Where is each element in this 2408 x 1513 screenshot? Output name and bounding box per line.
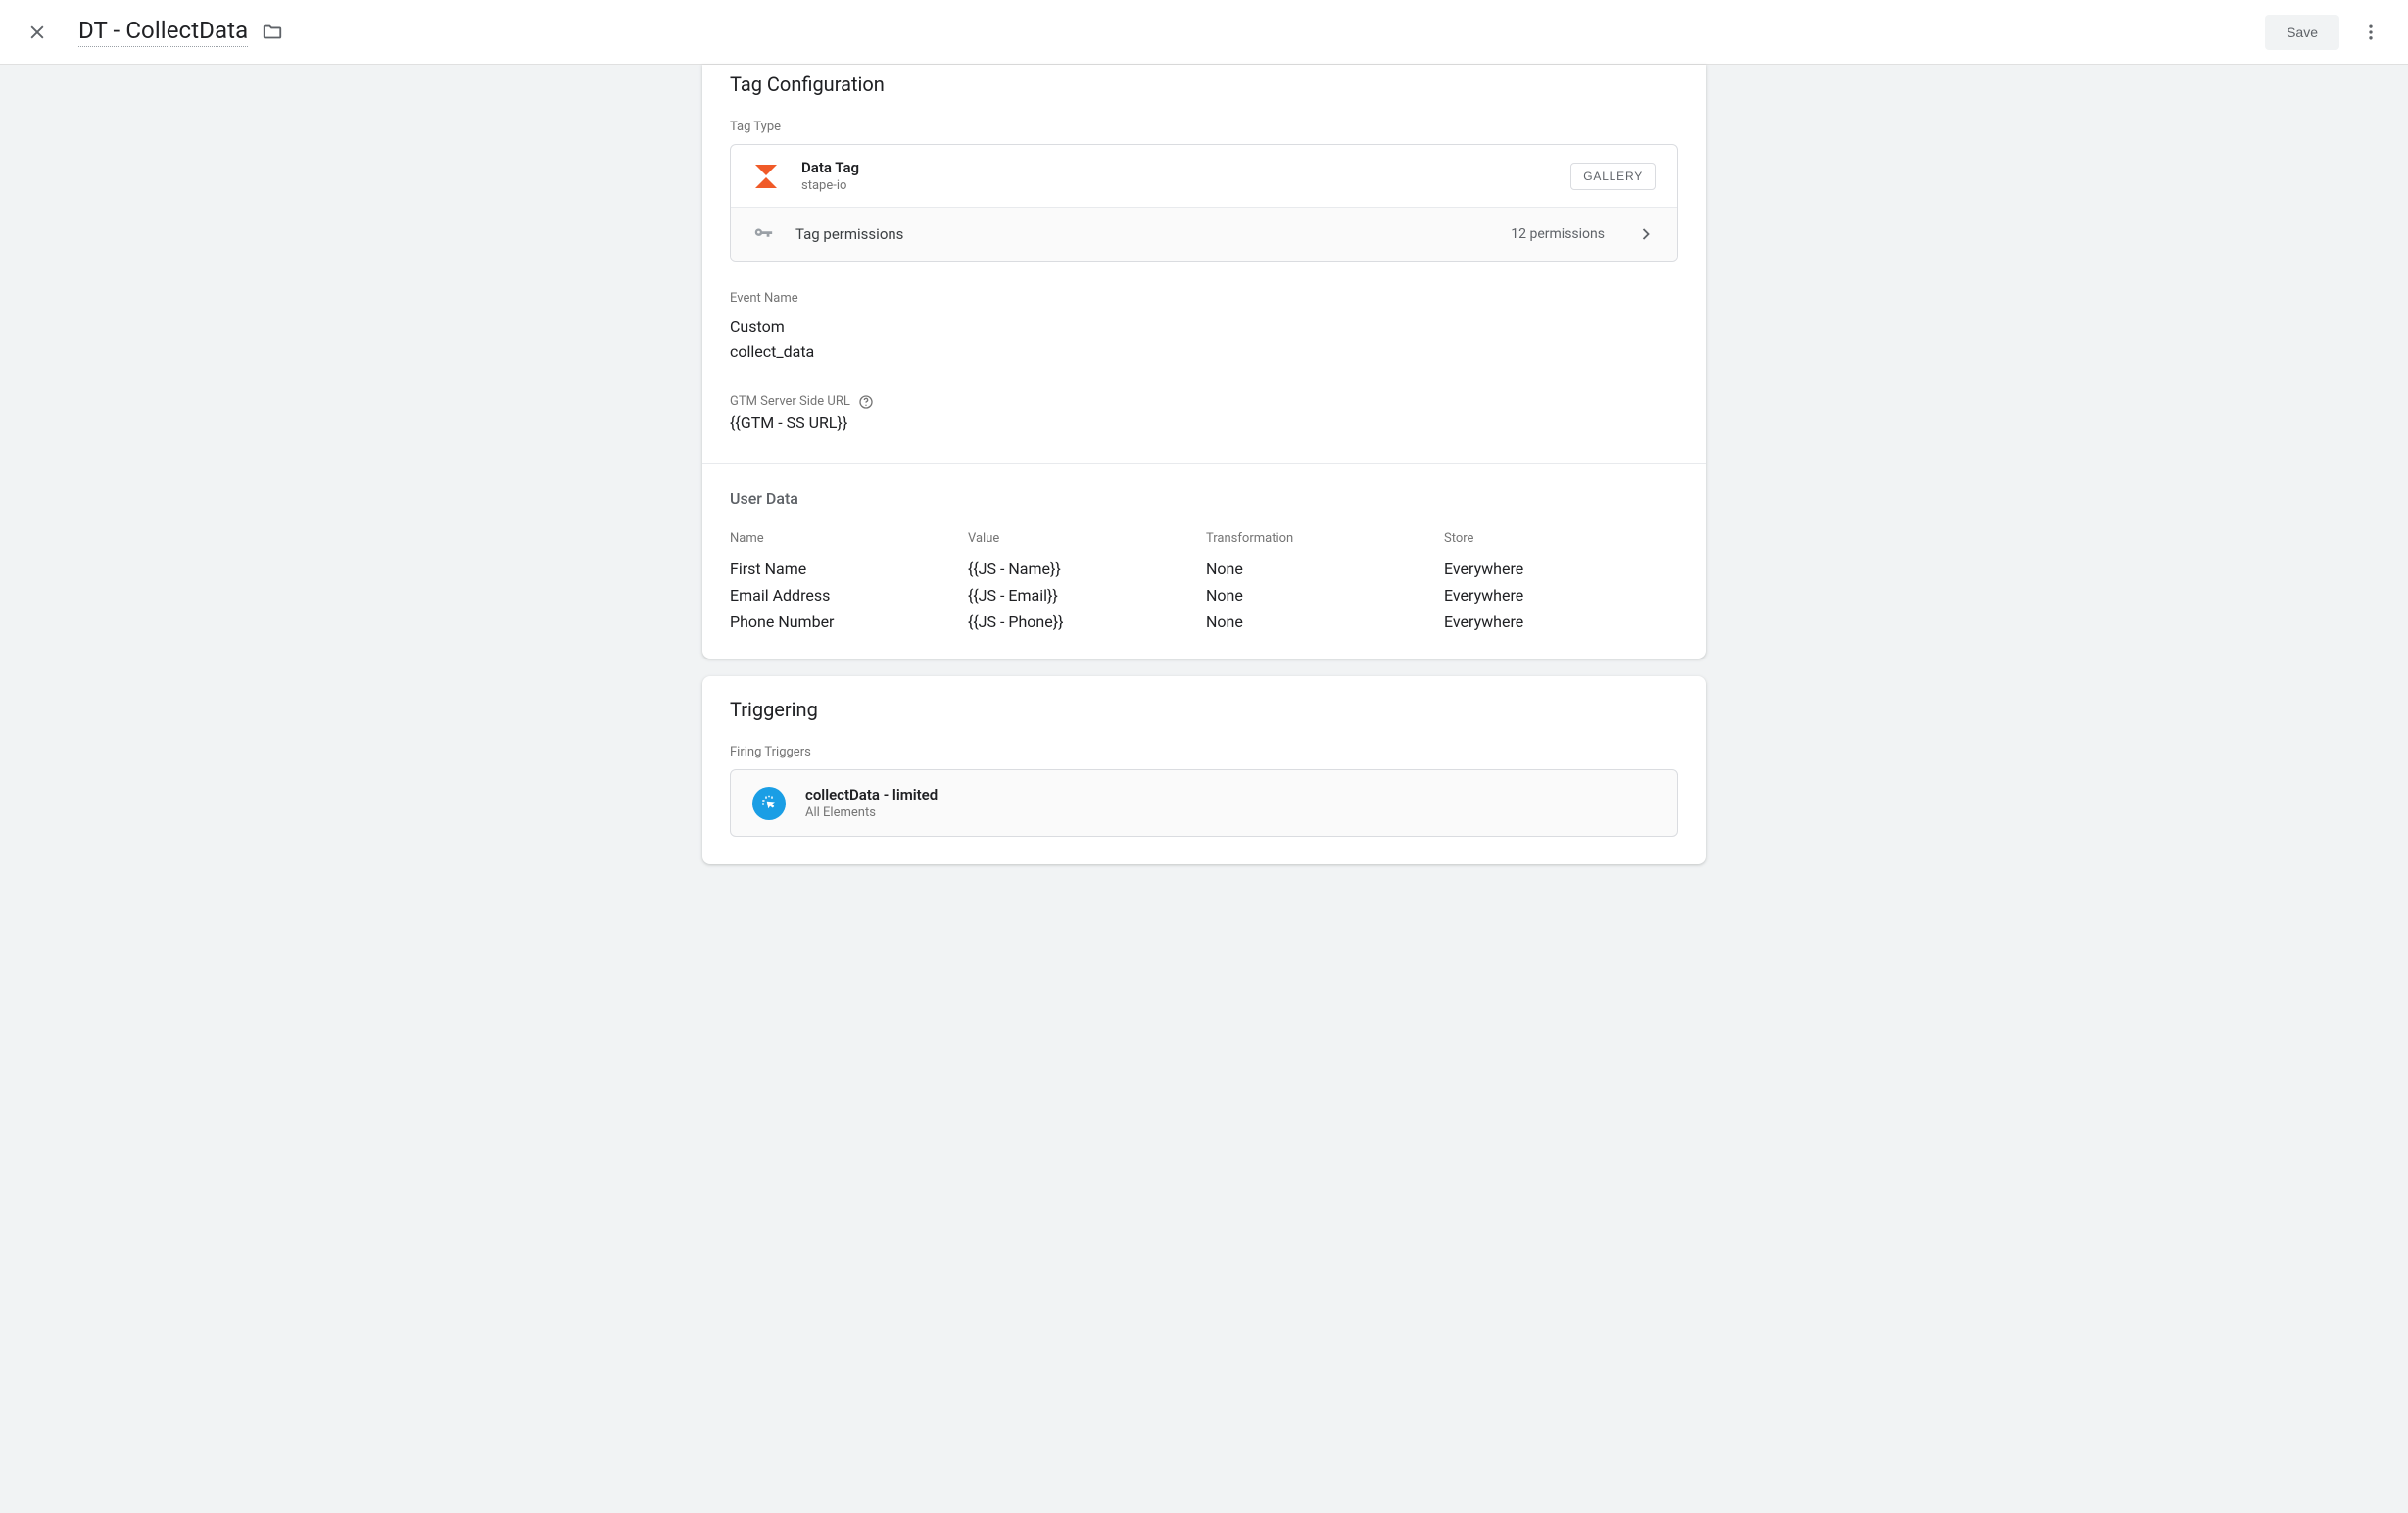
col-name: Name	[730, 531, 964, 552]
table-cell: First Name	[730, 560, 964, 578]
key-icon	[752, 223, 774, 245]
folder-icon	[262, 22, 283, 43]
tag-type-row[interactable]: Data Tag stape-io GALLERY	[731, 145, 1677, 207]
event-name-type: Custom	[730, 316, 1678, 340]
folder-button[interactable]	[262, 22, 283, 43]
triggering-card[interactable]: Triggering Firing Triggers collectData -…	[702, 676, 1706, 864]
tag-permissions-count: 12 permissions	[1511, 226, 1605, 242]
section-title-tag-configuration: Tag Configuration	[730, 73, 1678, 96]
header-bar: DT - CollectData Save	[0, 0, 2408, 65]
table-cell: Everywhere	[1444, 586, 1678, 605]
tag-permissions-row[interactable]: Tag permissions 12 permissions	[731, 207, 1677, 261]
help-icon[interactable]	[858, 394, 874, 410]
more-menu-button[interactable]	[2357, 19, 2384, 46]
table-cell: None	[1206, 612, 1440, 631]
server-url-value: {{GTM - SS URL}}	[730, 412, 1678, 436]
chevron-right-icon	[1636, 224, 1656, 244]
server-url-block: GTM Server Side URL {{GTM - SS URL}}	[730, 394, 1678, 436]
tag-name: Data Tag	[801, 159, 859, 176]
table-cell: Everywhere	[1444, 560, 1678, 578]
table-cell: None	[1206, 560, 1440, 578]
event-name-block: Event Name Custom collect_data	[730, 291, 1678, 365]
canvas: Tag Configuration Tag Type Data Tag stap…	[0, 65, 2408, 921]
tag-vendor: stape-io	[801, 178, 859, 193]
table-cell: Email Address	[730, 586, 964, 605]
trigger-subtitle: All Elements	[805, 805, 938, 820]
table-cell: Everywhere	[1444, 612, 1678, 631]
table-cell: Phone Number	[730, 612, 964, 631]
col-transform: Transformation	[1206, 531, 1440, 552]
divider	[702, 463, 1706, 464]
gallery-button[interactable]: GALLERY	[1570, 163, 1656, 190]
event-name-label: Event Name	[730, 291, 1678, 306]
close-button[interactable]	[24, 19, 51, 46]
col-store: Store	[1444, 531, 1678, 552]
section-title-triggering: Triggering	[730, 698, 1678, 721]
table-cell: {{JS - Name}}	[968, 560, 1202, 578]
tag-configuration-card[interactable]: Tag Configuration Tag Type Data Tag stap…	[702, 65, 1706, 659]
tag-type-label: Tag Type	[730, 120, 1678, 134]
trigger-name: collectData - limited	[805, 786, 938, 804]
firing-triggers-label: Firing Triggers	[730, 745, 1678, 759]
user-data-title: User Data	[730, 489, 1678, 508]
click-trigger-icon	[752, 787, 786, 820]
save-button[interactable]: Save	[2265, 15, 2339, 50]
tag-type-box: Data Tag stape-io GALLERY Tag permission…	[730, 144, 1678, 262]
data-tag-icon	[752, 163, 780, 190]
more-vert-icon	[2361, 23, 2381, 42]
server-url-label: GTM Server Side URL	[730, 394, 850, 409]
col-value: Value	[968, 531, 1202, 552]
table-cell: {{JS - Email}}	[968, 586, 1202, 605]
user-data-table: Name Value Transformation Store First Na…	[730, 531, 1678, 631]
page-title[interactable]: DT - CollectData	[78, 17, 248, 47]
table-cell: None	[1206, 586, 1440, 605]
event-name-value: collect_data	[730, 340, 1678, 365]
tag-permissions-label: Tag permissions	[795, 225, 903, 243]
close-icon	[27, 23, 47, 42]
firing-trigger-row[interactable]: collectData - limited All Elements	[730, 769, 1678, 837]
table-cell: {{JS - Phone}}	[968, 612, 1202, 631]
